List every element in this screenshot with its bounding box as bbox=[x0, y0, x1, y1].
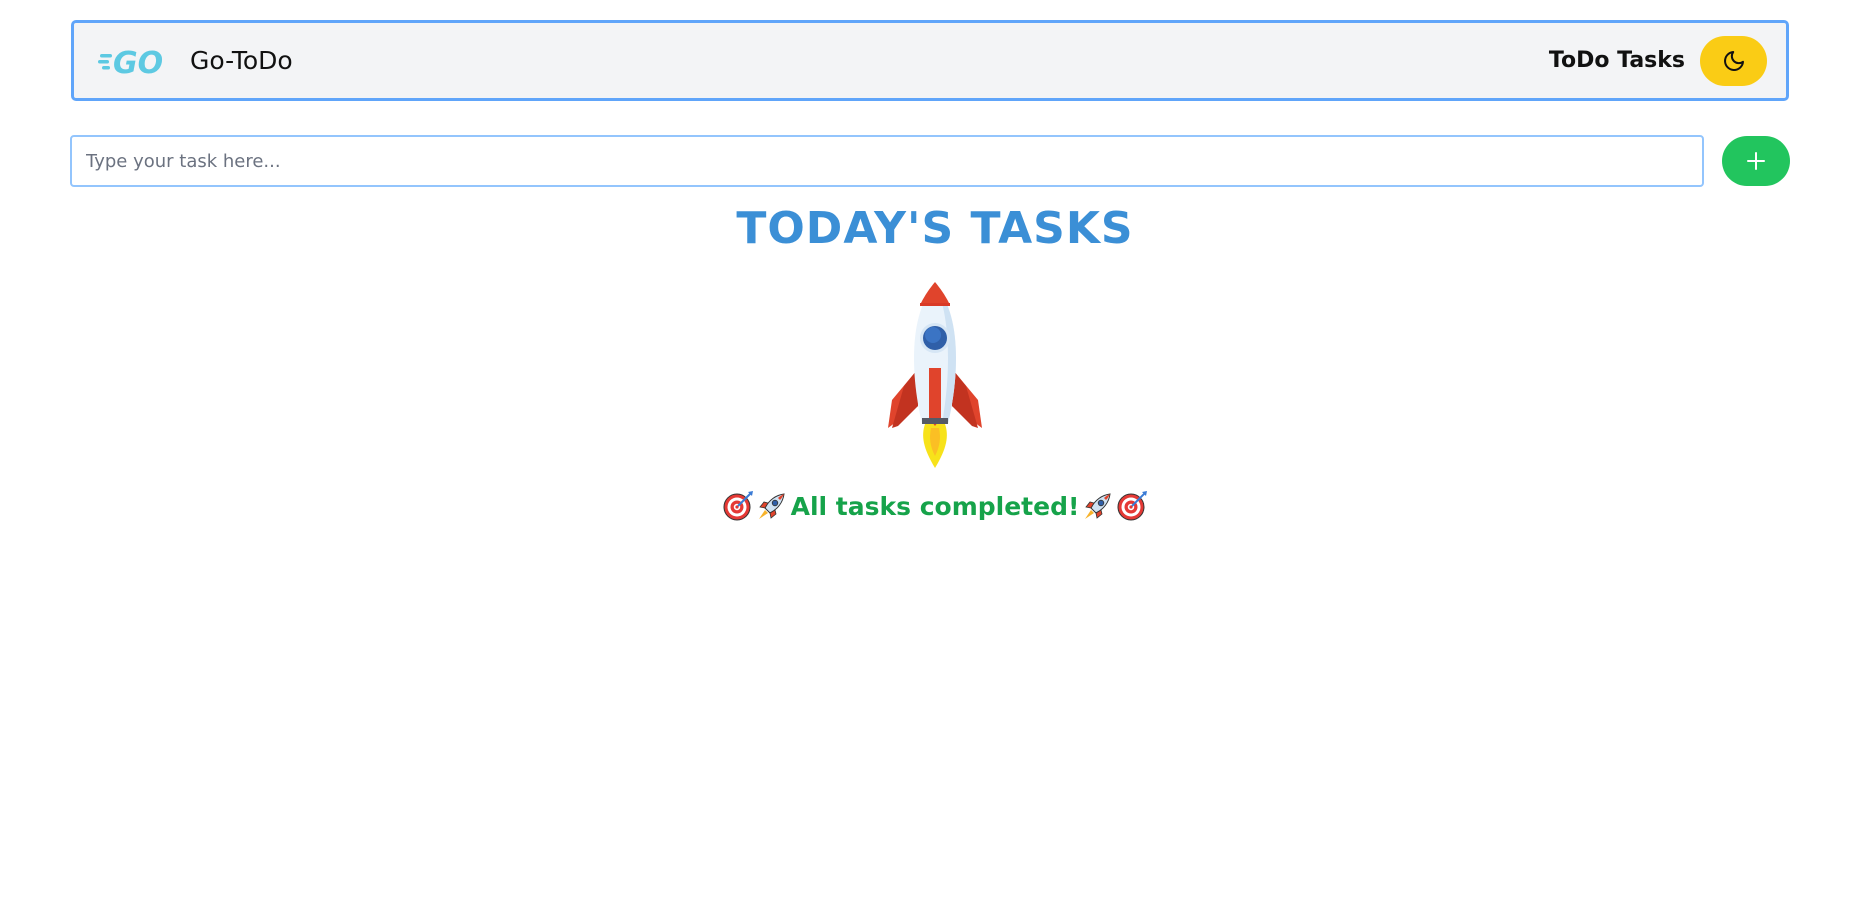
navbar: GO Go-ToDo ToDo Tasks bbox=[71, 20, 1789, 101]
completed-message: All tasks completed! bbox=[790, 491, 1080, 521]
empty-state-message: All tasks completed! bbox=[0, 490, 1860, 522]
target-icon bbox=[723, 491, 753, 521]
svg-text:GO: GO bbox=[113, 46, 163, 76]
add-task-button[interactable] bbox=[1722, 136, 1790, 186]
nav-right: ToDo Tasks bbox=[1549, 23, 1767, 98]
todo-tasks-link[interactable]: ToDo Tasks bbox=[1549, 48, 1685, 73]
rocket-illustration bbox=[884, 278, 986, 470]
brand[interactable]: GO Go-ToDo bbox=[98, 23, 293, 98]
task-input[interactable] bbox=[70, 135, 1704, 187]
target-icon bbox=[1117, 491, 1148, 521]
moon-icon bbox=[1723, 50, 1744, 71]
go-logo-icon: GO bbox=[98, 46, 163, 76]
rocket-icon bbox=[758, 493, 785, 519]
theme-toggle-button[interactable] bbox=[1700, 35, 1767, 86]
page-title: TODAY'S TASKS bbox=[736, 203, 1134, 254]
rocket-icon bbox=[888, 282, 982, 468]
app-name: Go-ToDo bbox=[190, 46, 293, 75]
plus-icon bbox=[1747, 152, 1765, 170]
rocket-icon bbox=[1085, 493, 1111, 519]
